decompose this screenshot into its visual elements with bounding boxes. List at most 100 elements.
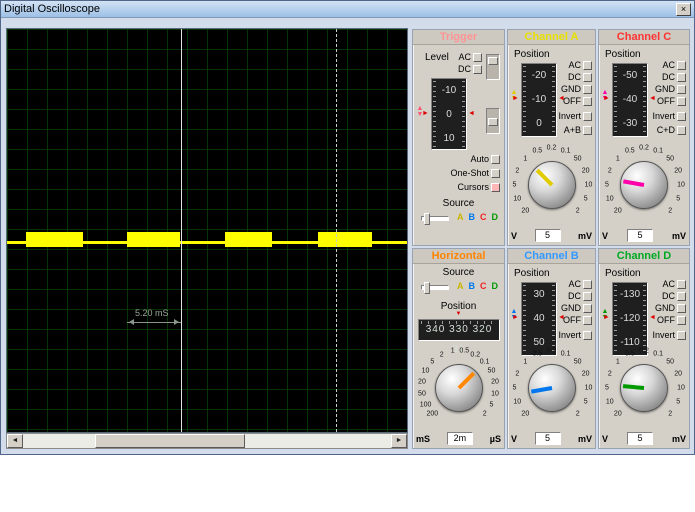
knob-pointer [530, 386, 551, 394]
cursor-line-solid[interactable] [181, 29, 182, 432]
invert-button[interactable] [583, 331, 592, 340]
channel-d-dc[interactable]: DC [662, 291, 686, 301]
invert-label: Invert [652, 330, 675, 340]
trigger-dc[interactable]: DC [458, 64, 482, 74]
ac-button[interactable] [677, 280, 686, 289]
channel-d-off[interactable]: OFF [657, 315, 686, 325]
knob-pointer [457, 372, 475, 390]
horizontal-position-tape[interactable]: 340 330 320 31 [418, 319, 500, 341]
channel-b-dc[interactable]: DC [568, 291, 592, 301]
trigger-edge-switch[interactable] [486, 108, 500, 134]
off-button[interactable] [677, 316, 686, 325]
channel-c-off[interactable]: OFF [657, 96, 686, 106]
dc-label: DC [568, 291, 581, 301]
channel-a-panel: Channel A Position ▲ ▼ -20 -10 0 ► ◄ AC … [507, 29, 596, 246]
trigger-cursors[interactable]: Cursors [457, 182, 500, 192]
channel-d-ac[interactable]: AC [662, 279, 686, 289]
sum-button[interactable] [583, 126, 592, 135]
invert-label: Invert [558, 111, 581, 121]
trigger-title: Trigger [413, 30, 504, 45]
ac-button[interactable] [677, 61, 686, 70]
off-label: OFF [563, 96, 581, 106]
channel-d-panel: Channel D Position ▲ ▼ -130 -120 -110 ► … [598, 248, 690, 449]
auto-button[interactable] [491, 155, 500, 164]
source-c-label: C [480, 281, 487, 291]
sum-label: A+B [564, 125, 581, 135]
channel-a-gnd[interactable]: GND [561, 84, 592, 94]
scroll-track[interactable] [23, 434, 391, 448]
scope-scrollbar[interactable]: ◄ ► [6, 433, 408, 449]
sum-button[interactable] [677, 126, 686, 135]
channel-b-ac[interactable]: AC [568, 279, 592, 289]
source-d-label: D [492, 212, 499, 222]
gnd-button[interactable] [583, 304, 592, 313]
slider-thumb[interactable] [424, 282, 430, 294]
source-label: Source [413, 198, 504, 209]
channel-c-dc[interactable]: DC [662, 72, 686, 82]
channel-d-invert[interactable]: Invert [652, 330, 686, 340]
cursors-label: Cursors [457, 182, 489, 192]
level-marker-right-icon: ► [422, 110, 429, 117]
ac-button[interactable] [583, 61, 592, 70]
channel-d-gnd[interactable]: GND [655, 303, 686, 313]
channel-b-gnd[interactable]: GND [561, 303, 592, 313]
trigger-coupling-switch[interactable] [486, 54, 500, 80]
gnd-label: GND [655, 303, 675, 313]
ac-button[interactable] [473, 53, 482, 62]
level-marker-left-icon: ◄ [468, 110, 475, 117]
scroll-thumb[interactable] [95, 434, 245, 448]
channel-c-ac[interactable]: AC [662, 60, 686, 70]
dc-button[interactable] [583, 292, 592, 301]
channel-c-gain-knob[interactable] [620, 161, 668, 209]
invert-button[interactable] [583, 112, 592, 121]
channel-c-sum[interactable]: C+D [657, 125, 686, 135]
dc-button[interactable] [473, 65, 482, 74]
cursors-button[interactable] [491, 183, 500, 192]
channel-c-invert[interactable]: Invert [652, 111, 686, 121]
ac-label: AC [662, 60, 675, 70]
one-shot-button[interactable] [491, 169, 500, 178]
ac-button[interactable] [583, 280, 592, 289]
dc-button[interactable] [583, 73, 592, 82]
timebase-knob[interactable] [435, 364, 483, 412]
one-shot-label: One-Shot [450, 168, 489, 178]
invert-button[interactable] [677, 331, 686, 340]
off-button[interactable] [677, 97, 686, 106]
gnd-button[interactable] [677, 304, 686, 313]
horizontal-source-slider[interactable] [421, 285, 449, 290]
position-label: Position [514, 49, 550, 60]
slider-thumb[interactable] [424, 213, 430, 225]
channel-a-off[interactable]: OFF [563, 96, 592, 106]
invert-button[interactable] [677, 112, 686, 121]
off-button[interactable] [583, 97, 592, 106]
titlebar[interactable]: Digital Oscilloscope × [1, 1, 694, 18]
channel-a-invert[interactable]: Invert [558, 111, 592, 121]
channel-a-dc[interactable]: DC [568, 72, 592, 82]
channel-c-gnd[interactable]: GND [655, 84, 686, 94]
close-icon[interactable]: × [676, 3, 691, 16]
scroll-left-icon[interactable]: ◄ [7, 434, 23, 448]
trigger-one-shot[interactable]: One-Shot [450, 168, 500, 178]
trigger-auto[interactable]: Auto [470, 154, 500, 164]
scale-value: -40 [613, 88, 647, 112]
scroll-right-icon[interactable]: ► [391, 434, 407, 448]
channel-a-gain-knob[interactable] [528, 161, 576, 209]
marker-right-icon: ► [512, 95, 519, 102]
gnd-button[interactable] [583, 85, 592, 94]
channel-a-ac[interactable]: AC [568, 60, 592, 70]
off-button[interactable] [583, 316, 592, 325]
channel-d-title: Channel D [599, 249, 689, 264]
gain-value: 5 [627, 432, 653, 445]
channel-b-off[interactable]: OFF [563, 315, 592, 325]
trigger-ac[interactable]: AC [458, 52, 482, 62]
gnd-button[interactable] [677, 85, 686, 94]
channel-d-gain-knob[interactable] [620, 364, 668, 412]
dc-button[interactable] [677, 73, 686, 82]
channel-b-invert[interactable]: Invert [558, 330, 592, 340]
cursor-line-dashed[interactable] [336, 29, 337, 432]
dc-button[interactable] [677, 292, 686, 301]
channel-b-gain-knob[interactable] [528, 364, 576, 412]
trigger-source-slider[interactable] [421, 216, 449, 221]
channel-a-sum[interactable]: A+B [564, 125, 592, 135]
horizontal-knob-area: 2001005020105210.50.20.150201052 [413, 342, 504, 430]
